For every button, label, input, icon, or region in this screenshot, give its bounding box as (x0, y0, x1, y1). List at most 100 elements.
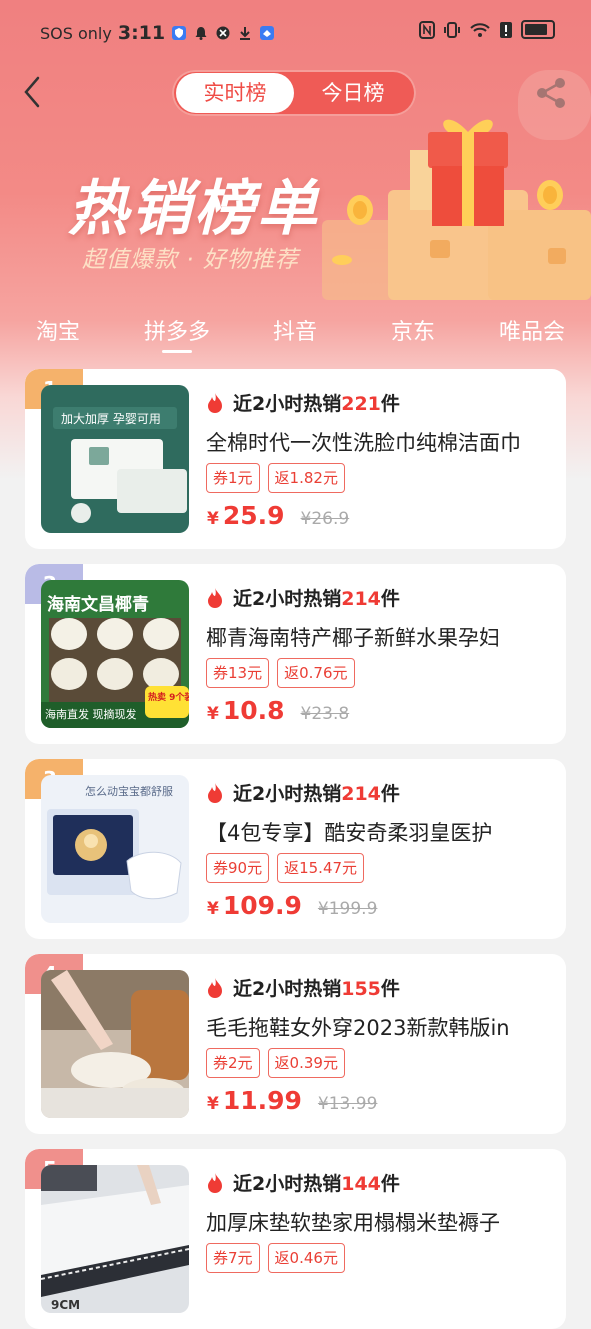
tab-pinduoduo[interactable]: 拼多多 (144, 314, 210, 346)
thumb-text-p2: 海南文昌椰青 (47, 594, 149, 615)
price-row: ¥109.9 ¥199.9 (207, 891, 377, 920)
bell-icon (195, 27, 207, 40)
platform-tabs: 淘宝 拼多多 抖音 京东 唯品会 (0, 306, 591, 356)
original-price: ¥199.9 (317, 899, 378, 919)
coupon-tag: 券1元 (206, 463, 260, 493)
thumb-badge-p2: 热卖 9个装 (148, 691, 189, 703)
fire-icon (208, 392, 222, 413)
rebate-tag: 返0.46元 (267, 1243, 345, 1273)
product-image[interactable] (41, 970, 189, 1118)
product-card[interactable]: 5 9CM 近2小时热销144件 加厚床垫软垫家用榻榻米垫褥子 券7元 返0.4… (25, 1149, 566, 1329)
current-price: ¥11.99 (207, 1086, 302, 1115)
hot-count: 155 (341, 978, 381, 1000)
status-time: 3:11 (117, 22, 166, 44)
hot-label: 近2小时热销 (233, 978, 342, 1000)
back-arrow-icon[interactable] (18, 72, 50, 112)
product-card[interactable]: 1 加大加厚 孕婴可用 近2小时热销221件 全棉时代一次性洗脸巾纯棉洁面巾 券… (25, 369, 566, 549)
status-bar: SOS only 3:11 (0, 0, 591, 64)
product-card[interactable]: 2 海南文昌椰青 海南直发 现摘现发 热卖 9个装 近2小时热销214件 椰青海… (25, 564, 566, 744)
original-price: ¥26.9 (300, 509, 350, 529)
hot-label: 近2小时热销 (233, 588, 342, 610)
hot-unit: 件 (380, 1173, 400, 1195)
hot-sales: 近2小时热销214件 (205, 779, 400, 806)
product-title[interactable]: 全棉时代一次性洗脸巾纯棉洁面巾 (206, 427, 551, 457)
sos-text: SOS only (40, 23, 112, 43)
fire-icon (208, 587, 222, 608)
price-row: ¥11.99 ¥13.99 (207, 1086, 377, 1115)
rebate-tag: 返0.39元 (267, 1048, 345, 1078)
tab-active-indicator (162, 350, 192, 353)
hot-unit: 件 (380, 393, 400, 415)
segment-realtime[interactable]: 实时榜 (176, 73, 294, 113)
rebate-tag: 返1.82元 (267, 463, 345, 493)
product-card[interactable]: 4 近2小时热销155件 毛毛拖鞋女外穿2023新款韩版in 券2元 返0.39… (25, 954, 566, 1134)
battery-icon (521, 20, 555, 39)
hot-unit: 件 (380, 978, 400, 1000)
hot-unit: 件 (380, 588, 400, 610)
coupon-tag: 券90元 (206, 853, 270, 883)
product-title[interactable]: 椰青海南特产椰子新鲜水果孕妇 (206, 622, 551, 652)
block-icon (216, 26, 230, 40)
signal-alert-icon (500, 21, 512, 38)
status-left: SOS only 3:11 (40, 22, 275, 44)
product-image[interactable]: 9CM (41, 1165, 189, 1313)
product-title[interactable]: 毛毛拖鞋女外穿2023新款韩版in (206, 1012, 551, 1042)
hot-count: 214 (341, 783, 381, 805)
product-image-diapers: 怎么动宝宝都舒服 (41, 775, 189, 923)
tab-jingdong[interactable]: 京东 (391, 314, 435, 346)
product-card[interactable]: 3 怎么动宝宝都舒服 近2小时热销214件 【4包专享】酷安奇柔羽皇医护 券90… (25, 759, 566, 939)
gift-box-illustration (322, 70, 591, 300)
promo-tags: 券13元 返0.76元 (206, 658, 355, 688)
rebate-tag: 返15.47元 (277, 853, 365, 883)
vibrate-icon (444, 21, 460, 38)
hot-sales: 近2小时热销214件 (205, 584, 400, 611)
hot-count: 221 (341, 393, 381, 415)
product-image[interactable]: 海南文昌椰青 海南直发 现摘现发 热卖 9个装 (41, 580, 189, 728)
promo-tags: 券2元 返0.39元 (206, 1048, 345, 1078)
original-price: ¥13.99 (317, 1094, 378, 1114)
hot-sales: 近2小时热销221件 (205, 389, 400, 416)
hot-unit: 件 (380, 783, 400, 805)
coupon-tag: 券13元 (206, 658, 270, 688)
product-image-coconuts: 海南文昌椰青 海南直发 现摘现发 热卖 9个装 (41, 580, 189, 728)
thumb-text-p5: 9CM (51, 1298, 80, 1312)
hot-label: 近2小时热销 (233, 783, 342, 805)
current-price: ¥109.9 (207, 891, 302, 920)
tab-vipshop[interactable]: 唯品会 (499, 314, 565, 346)
product-title[interactable]: 加厚床垫软垫家用榻榻米垫褥子 (206, 1207, 551, 1237)
product-image-towels: 加大加厚 孕婴可用 (41, 385, 189, 533)
fire-icon (208, 1172, 222, 1193)
fire-icon (208, 782, 222, 803)
thumb-text-p1: 加大加厚 孕婴可用 (61, 412, 161, 426)
hot-sales: 近2小时热销144件 (205, 1169, 400, 1196)
status-right (419, 20, 555, 39)
rebate-tag: 返0.76元 (277, 658, 355, 688)
product-title[interactable]: 【4包专享】酷安奇柔羽皇医护 (206, 817, 551, 847)
download-icon (240, 27, 251, 40)
coupon-tag: 券7元 (206, 1243, 260, 1273)
tab-douyin[interactable]: 抖音 (273, 314, 317, 346)
product-image[interactable]: 加大加厚 孕婴可用 (41, 385, 189, 533)
nfc-icon (419, 20, 435, 39)
price-row: ¥25.9 ¥26.9 (207, 501, 349, 530)
page-subtitle: 超值爆款 · 好物推荐 (82, 247, 299, 273)
promo-tags: 券90元 返15.47元 (206, 853, 365, 883)
shield-icon (172, 26, 187, 40)
hot-count: 144 (341, 1173, 381, 1195)
product-image-slippers (41, 970, 189, 1118)
coupon-tag: 券2元 (206, 1048, 260, 1078)
current-price: ¥25.9 (207, 501, 285, 530)
hot-label: 近2小时热销 (233, 1173, 342, 1195)
wifi-icon (470, 22, 490, 37)
product-image[interactable]: 怎么动宝宝都舒服 (41, 775, 189, 923)
thumb-subtext-p2: 海南直发 现摘现发 (45, 707, 137, 721)
fire-icon (208, 977, 222, 998)
page-title: 热销榜单 (68, 174, 320, 244)
product-image-mattress: 9CM (41, 1165, 189, 1313)
tab-taobao[interactable]: 淘宝 (36, 314, 80, 346)
promo-tags: 券7元 返0.46元 (206, 1243, 345, 1273)
app-bird-icon (260, 26, 275, 40)
hot-label: 近2小时热销 (233, 393, 342, 415)
hot-sales: 近2小时热销155件 (205, 974, 400, 1001)
battery-level (525, 24, 547, 35)
